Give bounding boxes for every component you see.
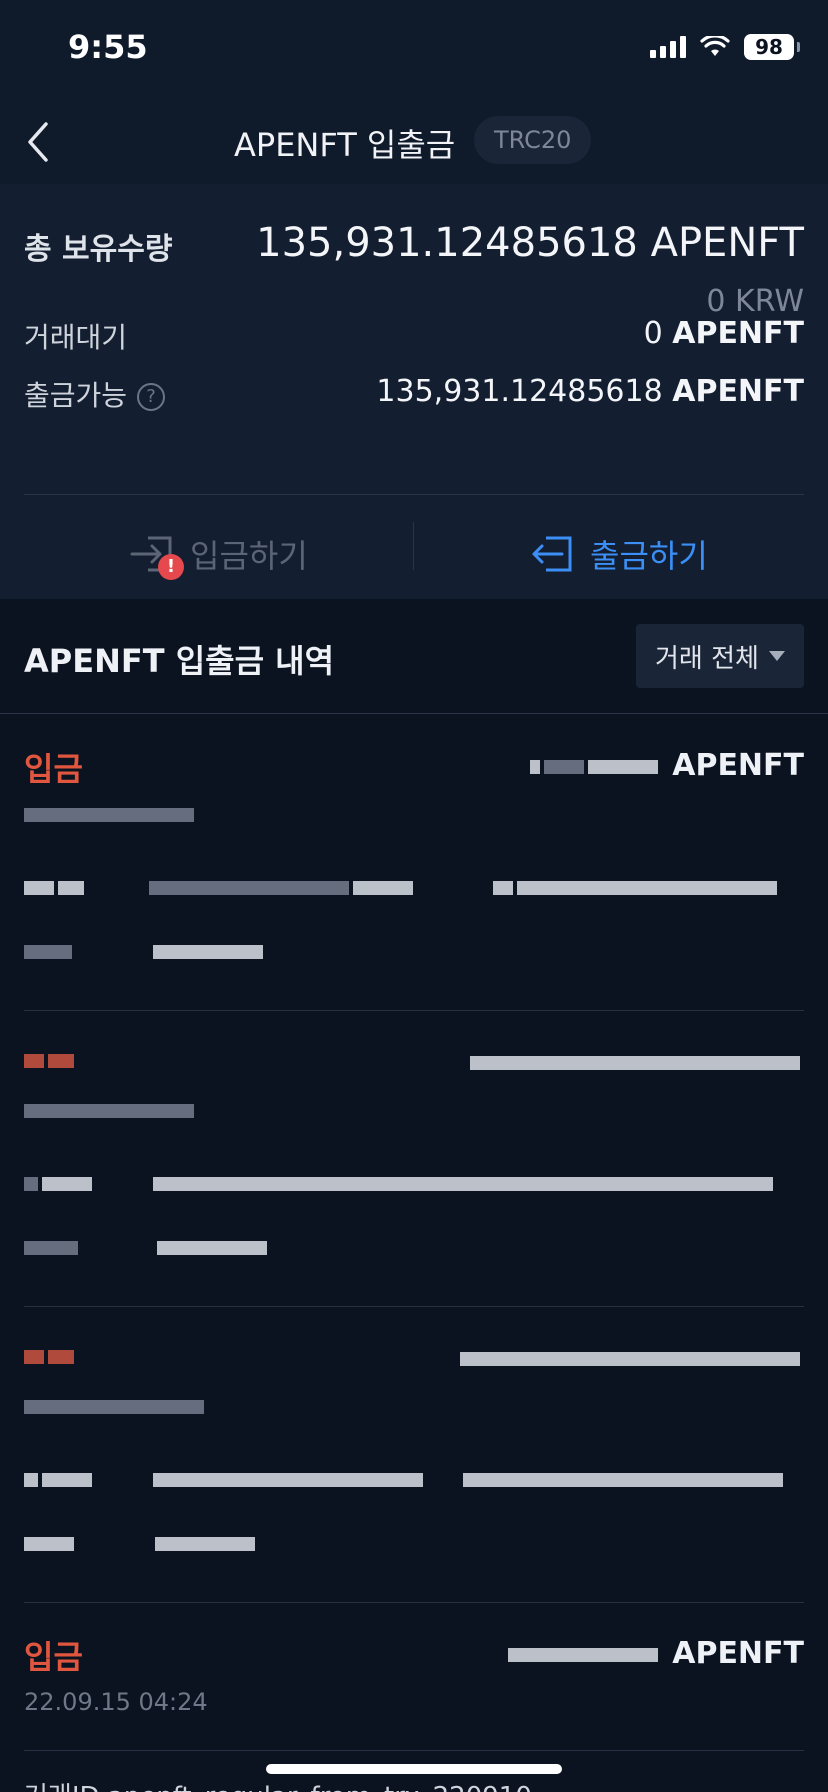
- tx-type: 입금: [24, 1638, 83, 1676]
- tx-amount-unit: APENFT: [672, 1636, 804, 1671]
- history-filter-dropdown[interactable]: 거래 전체: [636, 624, 804, 688]
- withdraw-button[interactable]: 출금하기: [530, 524, 708, 584]
- available-label-row: 출금가능?: [24, 374, 166, 414]
- divider: [24, 494, 804, 495]
- alert-icon: !: [158, 554, 184, 580]
- total-krw-value: 0 KRW: [706, 284, 804, 319]
- history-header: APENFT 입출금 내역 거래 전체: [0, 600, 828, 714]
- total-holdings-value: 135,931.12485618 APENFT: [256, 220, 804, 266]
- tx-type: 입금: [24, 750, 83, 788]
- tx-amount: APENFT: [529, 748, 804, 783]
- pending-amount: 0: [643, 316, 663, 351]
- tx-amount: [460, 1340, 804, 1375]
- nav-bar: APENFT 입출금 TRC20: [0, 100, 828, 184]
- tx-amount-unit: APENFT: [672, 748, 804, 783]
- tx-date: [24, 800, 198, 828]
- back-icon[interactable]: [22, 118, 62, 166]
- tx-date: 22.09.15 04:24: [24, 1688, 208, 1716]
- tx-detail-row: [24, 1528, 259, 1558]
- action-divider: [413, 522, 414, 570]
- tx-amount: [470, 1044, 804, 1079]
- cellular-signal-icon: [650, 36, 686, 58]
- tx-amount: APENFT: [507, 1636, 804, 1671]
- network-badge: TRC20: [474, 116, 592, 164]
- tx-detail-row: [24, 1168, 777, 1198]
- transaction-item[interactable]: [0, 1336, 828, 1626]
- tx-type: [24, 1040, 78, 1078]
- transaction-item[interactable]: [0, 1040, 828, 1330]
- balance-summary: 총 보유수량 135,931.12485618 APENFT 0 KRW 거래대…: [0, 184, 828, 599]
- deposit-icon: !: [130, 534, 184, 580]
- deposit-button[interactable]: ! 입금하기: [130, 524, 308, 584]
- withdraw-label: 출금하기: [590, 537, 708, 575]
- transaction-item[interactable]: 입금 APENFT: [0, 744, 828, 1034]
- available-amount: 135,931.12485618: [376, 374, 663, 409]
- tx-date: [24, 1096, 198, 1124]
- help-icon[interactable]: ?: [137, 383, 166, 411]
- tx-detail-row: [24, 936, 267, 966]
- withdraw-icon: [532, 536, 572, 572]
- tx-id-peek: 거래ID apenft_regular_from_trx_220910: [24, 1776, 532, 1792]
- home-indicator[interactable]: [266, 1764, 562, 1774]
- tx-detail-row: [24, 872, 781, 902]
- status-time: 9:55: [68, 28, 148, 66]
- status-bar: 9:55 98: [0, 0, 828, 100]
- divider: [24, 1306, 804, 1307]
- divider: [24, 1010, 804, 1011]
- tx-detail-row: [24, 1464, 787, 1494]
- tx-date: [24, 1392, 208, 1420]
- tx-detail-row: [24, 1232, 271, 1262]
- filter-label: 거래 전체: [655, 643, 759, 674]
- tx-type: [24, 1336, 78, 1374]
- total-holdings-label: 총 보유수량: [24, 232, 173, 267]
- wifi-icon: [700, 36, 730, 56]
- available-unit: APENFT: [672, 374, 804, 409]
- pending-value: 0 APENFT: [644, 316, 804, 351]
- deposit-label: 입금하기: [190, 537, 308, 575]
- divider: [24, 1602, 804, 1603]
- divider: [24, 1750, 804, 1751]
- pending-label: 거래대기: [24, 321, 128, 354]
- status-icons: 98: [650, 34, 800, 60]
- available-label: 출금가능: [24, 379, 128, 412]
- pending-unit: APENFT: [672, 316, 804, 351]
- page-title: APENFT 입출금: [234, 126, 456, 164]
- available-value: 135,931.12485618 APENFT: [376, 374, 804, 409]
- caret-down-icon: [768, 651, 785, 661]
- battery-icon: 98: [744, 34, 800, 60]
- history-title: APENFT 입출금 내역: [24, 642, 335, 680]
